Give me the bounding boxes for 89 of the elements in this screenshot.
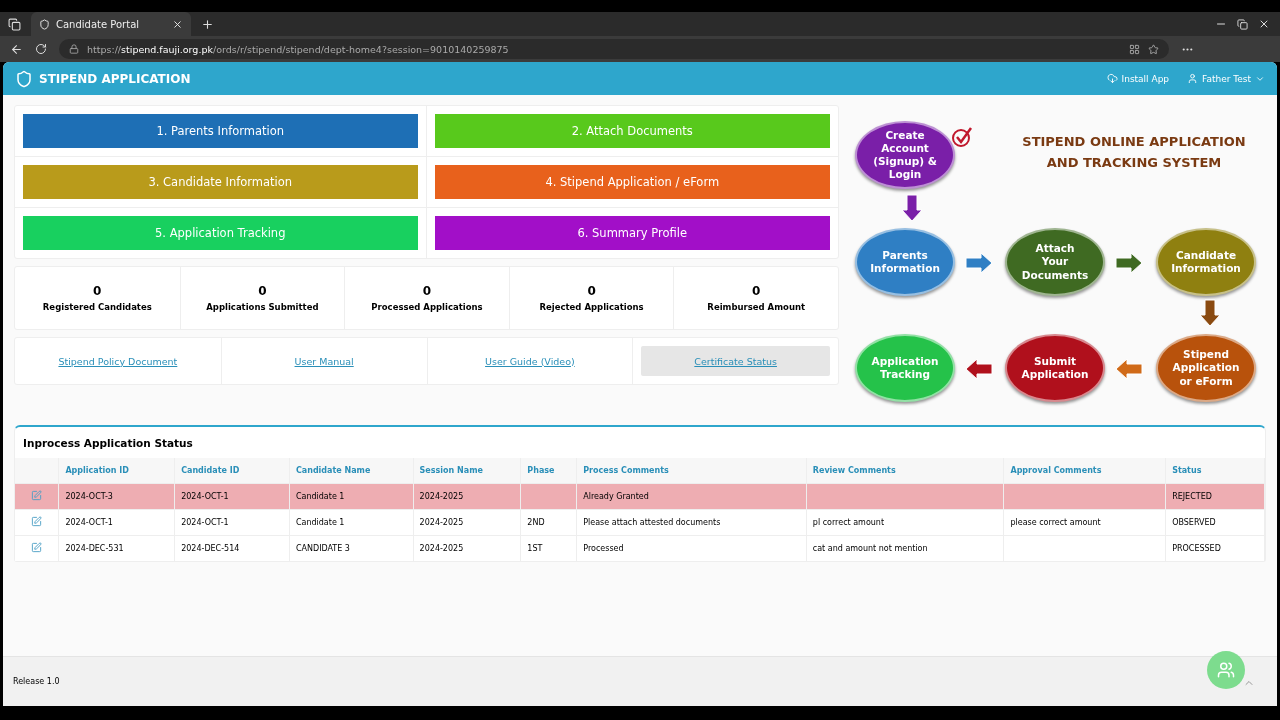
table-cell: 2024-DEC-514 — [181, 544, 240, 553]
table-cell: REJECTED — [1172, 492, 1212, 501]
navigation-button[interactable]: 6. Summary Profile — [434, 216, 830, 250]
table-cell: 2024-OCT-1 — [181, 492, 229, 501]
user-icon — [1187, 73, 1199, 84]
people-icon — [1217, 661, 1235, 679]
table-cell: 2024-OCT-1 — [65, 518, 113, 527]
column-header[interactable]: Candidate ID — [174, 458, 290, 484]
document-link[interactable]: Certificate Status — [641, 346, 830, 376]
stat-value: 0 — [258, 284, 267, 298]
table-cell: Candidate 1 — [295, 492, 345, 501]
column-header[interactable]: Approval Comments — [1003, 458, 1166, 484]
back-icon[interactable] — [10, 42, 23, 56]
tab-title: Candidate Portal — [56, 18, 140, 30]
table-cell: 2024-OCT-1 — [181, 518, 229, 527]
stat-label: Applications Submitted — [206, 302, 319, 312]
table-cell: Candidate 1 — [295, 518, 345, 527]
table-cell: 1ST — [527, 544, 543, 553]
document-link[interactable]: User Manual — [229, 346, 419, 376]
url-text: https://stipend.fauji.org.pk/ords/r/stipend/stipend/dept-home4?session=9010140259875 — [87, 43, 509, 55]
arrow-icon — [965, 358, 993, 380]
table-cell: 2024-OCT-3 — [65, 492, 113, 501]
lock-icon — [69, 44, 79, 54]
table-cell: 2024-2025 — [419, 544, 464, 553]
release-label: Release 1.0 — [13, 677, 60, 686]
table-cell: Processed — [583, 544, 624, 553]
document-link[interactable]: Stipend Policy Document — [23, 346, 213, 376]
flow-node: Create Account (Signup) & Login — [855, 121, 955, 189]
flow-node: Stipend Application or eForm — [1156, 334, 1256, 402]
stat-value: 0 — [422, 284, 432, 298]
table-cell: OBSERVED — [1172, 518, 1216, 527]
column-header[interactable]: Phase — [520, 458, 577, 484]
column-header[interactable]: Process Comments — [576, 458, 807, 484]
cloud-download-icon — [1106, 73, 1118, 84]
stat-value: 0 — [587, 284, 596, 298]
table-cell: 2024-2025 — [419, 518, 464, 527]
table-cell: 2024-2025 — [419, 492, 464, 501]
table-cell: cat and amount not mention — [812, 544, 928, 553]
stat-label: Registered Candidates — [42, 302, 152, 312]
workspaces-icon[interactable] — [8, 17, 21, 31]
stat-label: Rejected Applications — [539, 302, 644, 312]
document-link[interactable]: User Guide (Video) — [435, 346, 625, 376]
navigation-button[interactable]: 5. Application Tracking — [23, 216, 418, 250]
navigation-button[interactable]: 2. Attach Documents — [434, 114, 830, 148]
column-header[interactable]: Review Comments — [806, 458, 1004, 484]
close-icon[interactable] — [1258, 18, 1270, 30]
stat-label: Processed Applications — [371, 302, 483, 312]
navigation-button[interactable]: 4. Stipend Application / eForm — [434, 165, 830, 199]
reload-icon[interactable] — [35, 43, 47, 55]
flow-node: Application Tracking — [855, 334, 955, 402]
column-header[interactable]: Status — [1165, 458, 1265, 484]
table-cell: Please attach attested documents — [583, 518, 721, 527]
table-cell: PROCESSED — [1172, 544, 1221, 553]
arrow-icon — [1115, 358, 1143, 380]
navigation-button[interactable]: 3. Candidate Information — [23, 165, 418, 199]
column-header[interactable]: Candidate Name — [289, 458, 414, 484]
card-title: Inprocess Application Status — [22, 436, 194, 451]
flow-node: Attach Your Documents — [1005, 228, 1105, 296]
user-menu[interactable]: Father Test — [1187, 73, 1265, 84]
arrow-icon — [901, 194, 923, 222]
checkmark-icon — [951, 126, 973, 148]
table-cell: 2024-DEC-531 — [65, 544, 124, 553]
close-icon[interactable] — [172, 18, 183, 30]
new-tab-icon[interactable] — [201, 17, 214, 31]
table-cell: pl correct amount — [812, 518, 885, 527]
table-cell: 2ND — [527, 518, 545, 527]
arrow-icon — [1199, 299, 1221, 327]
column-header[interactable]: Session Name — [413, 458, 521, 484]
flow-node: Parents Information — [855, 228, 955, 296]
stat-label: Reimbursed Amount — [707, 302, 806, 312]
column-header[interactable]: Application ID — [58, 458, 175, 484]
flow-node: Candidate Information — [1156, 228, 1256, 296]
arrow-icon — [965, 252, 993, 274]
navigation-button[interactable]: 1. Parents Information — [23, 114, 418, 148]
install-app-link[interactable]: Install App — [1106, 73, 1170, 84]
address-bar[interactable]: https://stipend.fauji.org.pk/ords/r/stipend/stipend/dept-home4?session=9010140259875 — [59, 39, 1169, 59]
restore-icon[interactable] — [1237, 18, 1248, 30]
app-title: STIPEND APPLICATION — [39, 71, 191, 86]
diagram-title: STIPEND ONLINE APPLICATION AND TRACKING SYSTEM — [1021, 133, 1247, 172]
browser-tab[interactable]: Candidate Portal — [31, 12, 191, 36]
favorite-icon[interactable] — [1148, 43, 1159, 55]
arrow-icon — [1115, 252, 1143, 274]
flow-node: Submit Application — [1005, 334, 1105, 402]
table-cell: CANDIDATE 3 — [295, 544, 350, 553]
table-cell: Already Granted — [583, 492, 649, 501]
stat-value: 0 — [93, 284, 102, 298]
table-cell: please correct amount — [1010, 518, 1101, 527]
apps-icon[interactable] — [1129, 43, 1140, 55]
stat-value: 0 — [752, 284, 761, 298]
